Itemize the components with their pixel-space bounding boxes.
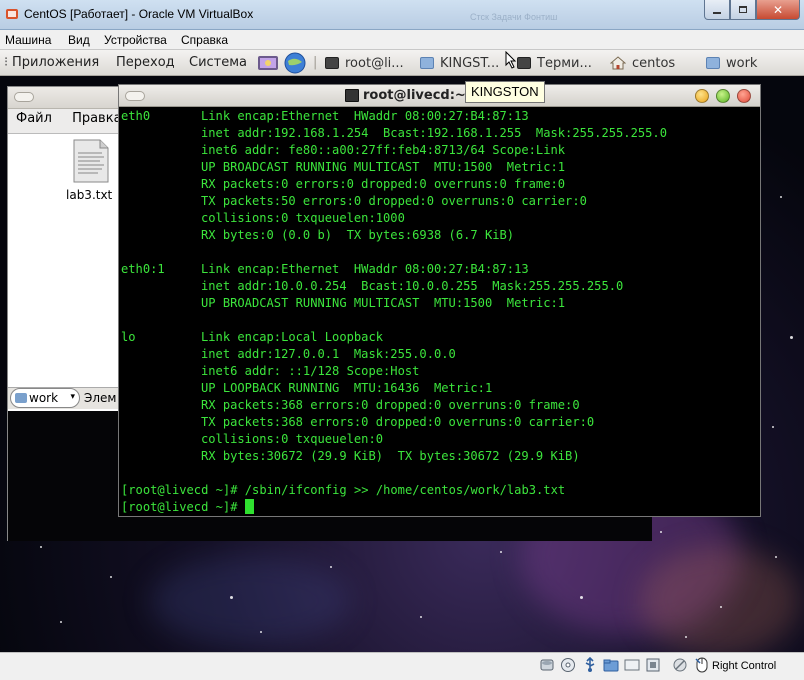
- shared-folder-icon[interactable]: [603, 657, 619, 673]
- titlebar-ghost-text: Стск Задачи Фонтиш: [470, 12, 558, 22]
- display-icon[interactable]: [624, 657, 640, 673]
- terminal-line: lo Link encap:Local Loopback: [121, 330, 384, 344]
- usb-icon[interactable]: [582, 657, 598, 673]
- terminal-cursor: [244, 499, 254, 514]
- maximize-icon: [739, 6, 747, 13]
- terminal-prompt: [root@livecd ~]#: [121, 500, 245, 514]
- menu-machine[interactable]: Машина: [5, 33, 51, 47]
- terminal-icon: [517, 57, 531, 69]
- panel-separator: |: [313, 55, 318, 70]
- menu-places[interactable]: Переход: [116, 55, 175, 70]
- menu-edit[interactable]: Правка: [72, 111, 121, 126]
- browser-launcher-icon[interactable]: [284, 52, 306, 74]
- path-value: work: [29, 391, 59, 405]
- menu-file[interactable]: Файл: [16, 111, 52, 126]
- elements-count-label: Элем: [84, 391, 117, 405]
- window-title: CentOS [Работает] - Oracle VM VirtualBox: [24, 7, 254, 21]
- close-icon: ✕: [772, 2, 784, 17]
- chevron-down-icon: ▾: [70, 392, 75, 402]
- minimize-icon: [713, 11, 721, 14]
- terminal-output[interactable]: eth0 Link encap:Ethernet HWaddr 08:00:27:…: [119, 108, 760, 516]
- maximize-button[interactable]: [716, 89, 730, 103]
- network-icon[interactable]: [645, 657, 661, 673]
- task-terminal[interactable]: Терми...: [517, 53, 592, 73]
- terminal-window[interactable]: root@livecd:~ eth0 Link encap:Ethernet HW…: [118, 84, 761, 517]
- task-label: Терми...: [537, 55, 592, 71]
- vbox-menubar: Машина Вид Устройства Справка: [0, 30, 804, 50]
- text-file-icon[interactable]: [72, 139, 110, 183]
- panel-handle-icon: ⁝: [4, 55, 9, 70]
- screenshot-launcher-icon[interactable]: [257, 53, 279, 73]
- home-icon: [610, 56, 626, 70]
- close-button[interactable]: [737, 89, 751, 103]
- task-work-folder[interactable]: work: [706, 53, 757, 73]
- task-label: centos: [632, 55, 676, 71]
- path-dropdown[interactable]: work ▾: [10, 388, 80, 408]
- file-manager-menubar: Файл Правка: [16, 111, 122, 126]
- folder-icon: [420, 57, 434, 69]
- menu-view[interactable]: Вид: [68, 33, 90, 47]
- task-root-terminal[interactable]: root@li...: [325, 53, 404, 73]
- tooltip-kingston: KINGSTON: [465, 81, 545, 103]
- mouse-pointer-icon: [505, 51, 517, 69]
- window-menu-icon[interactable]: [14, 92, 34, 102]
- vbox-titlebar: CentOS [Работает] - Oracle VM VirtualBox…: [0, 0, 804, 30]
- window-menu-icon[interactable]: [125, 91, 145, 101]
- virtualbox-app-icon: [6, 9, 18, 19]
- menu-help[interactable]: Справка: [181, 33, 228, 47]
- vbox-statusbar: Right Control: [0, 652, 804, 680]
- close-button[interactable]: ✕: [756, 0, 800, 20]
- mouse-integration-icon[interactable]: [694, 657, 710, 673]
- minimize-button[interactable]: [695, 89, 709, 103]
- host-key-label: Right Control: [712, 660, 777, 672]
- capture-icon[interactable]: [672, 657, 688, 673]
- task-label: root@li...: [345, 55, 404, 71]
- task-kingston-folder[interactable]: KINGST...: [420, 53, 499, 73]
- terminal-icon: [325, 57, 339, 69]
- terminal-icon: [345, 89, 359, 102]
- terminal-titlebar[interactable]: root@livecd:~: [119, 85, 760, 107]
- menu-applications[interactable]: Приложения: [12, 55, 99, 70]
- terminal-line: eth0:1 Link encap:Ethernet HWaddr 08:00:2…: [121, 262, 529, 276]
- cd-icon[interactable]: [560, 657, 576, 673]
- task-centos-home[interactable]: centos: [610, 53, 675, 73]
- terminal-line: eth0 Link encap:Ethernet HWaddr 08:00:27:…: [121, 109, 529, 123]
- hdd-icon[interactable]: [539, 657, 555, 673]
- task-label: work: [726, 55, 758, 71]
- gnome-top-panel: ⁝ Приложения Переход Система | root@li..…: [0, 50, 804, 76]
- window-controls: ✕: [704, 0, 800, 20]
- terminal-title: root@livecd:~: [363, 88, 466, 103]
- terminal-command-line: [root@livecd ~]# /sbin/ifconfig >> /home…: [121, 483, 566, 497]
- file-label[interactable]: lab3.txt: [66, 188, 113, 202]
- maximize-button[interactable]: [730, 0, 756, 20]
- menu-system[interactable]: Система: [189, 55, 247, 70]
- folder-icon: [706, 57, 720, 69]
- task-label: KINGST...: [440, 55, 500, 71]
- minimize-button[interactable]: [704, 0, 730, 20]
- terminal-prompt-line[interactable]: [root@livecd ~]#: [121, 499, 254, 516]
- menu-devices[interactable]: Устройства: [104, 33, 167, 47]
- folder-icon: [15, 393, 27, 403]
